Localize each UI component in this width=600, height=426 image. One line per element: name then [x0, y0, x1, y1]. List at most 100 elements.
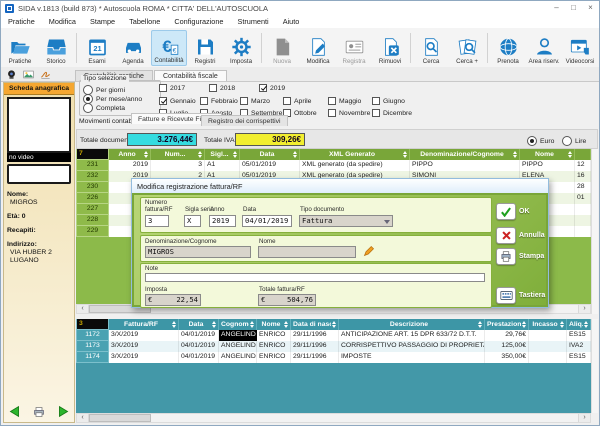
document-column-header[interactable]: Denominazione/Cognome	[410, 149, 520, 160]
sort-icon[interactable]	[584, 321, 588, 328]
detail-row[interactable]: 11733/X/201904/01/2019ANGELINDAENRICO29/…	[76, 341, 591, 352]
numero-fattura-input[interactable]: 3	[145, 215, 169, 227]
sort-icon[interactable]	[332, 321, 336, 328]
totale-fattura-input[interactable]: €504,76	[258, 294, 316, 306]
data-input[interactable]: 04/01/2019	[242, 215, 292, 227]
row-number-cell[interactable]: 226	[76, 193, 109, 204]
anno-input[interactable]: 2019	[209, 215, 236, 227]
document-column-header[interactable]: Nome	[520, 149, 575, 160]
nome-input[interactable]	[258, 246, 356, 258]
sort-icon[interactable]	[284, 321, 288, 328]
checkbox-novembre[interactable]: Novembre	[328, 109, 370, 117]
detail-column-header[interactable]: Prestazione	[485, 319, 529, 330]
toolbar-button-modifica[interactable]: Modifica	[300, 30, 336, 66]
row-number-cell[interactable]: 228	[76, 215, 109, 226]
checkbox-marzo[interactable]: Marzo	[240, 97, 270, 105]
document-column-header[interactable]: Data	[240, 149, 300, 160]
webcam-icon[interactable]	[6, 69, 17, 80]
dialog-titlebar[interactable]: Modifica registrazione fattura/RF	[132, 179, 548, 194]
close-button[interactable]: ×	[582, 1, 599, 15]
annulla-button[interactable]: Annulla	[496, 227, 545, 244]
tab-contabilita-fiscale[interactable]: Contabilità fiscale	[154, 70, 227, 81]
toolbar-button-prenota[interactable]: Prenota	[490, 30, 526, 66]
document-column-header[interactable]: Anno	[109, 149, 151, 160]
ok-button[interactable]: OK	[496, 203, 530, 220]
checkbox-dicembre[interactable]: Dicembre	[372, 109, 412, 117]
sort-icon[interactable]	[293, 151, 297, 158]
imposta-input[interactable]: €22,54	[145, 294, 201, 306]
checkbox-2017[interactable]: 2017	[159, 84, 185, 92]
toolbar-button-videocorsi[interactable]: Videocorsi	[562, 30, 598, 66]
toolbar-button-contabilita[interactable]: €€ Contabilità	[151, 30, 187, 66]
toolbar-button-cerca-plus[interactable]: Cerca +	[449, 30, 485, 66]
denominazione-input[interactable]: MIGROS	[145, 246, 251, 258]
toolbar-button-agenda[interactable]: Agenda	[115, 30, 151, 66]
checkbox-febbraio[interactable]: Febbraio	[200, 97, 238, 105]
menu-item-pratiche[interactable]: Pratiche	[1, 17, 42, 26]
toolbar-button-storico[interactable]: Storico	[38, 30, 74, 66]
toolbar-button-rimuovi[interactable]: Rimuovi	[372, 30, 408, 66]
stampa-button[interactable]: Stampa	[496, 248, 544, 265]
tastiera-button[interactable]: Tastiera	[496, 287, 545, 304]
sort-icon[interactable]	[198, 151, 202, 158]
detail-column-header[interactable]: Aliq.	[567, 319, 591, 330]
document-column-header[interactable]	[575, 149, 591, 160]
sort-icon[interactable]	[172, 321, 176, 328]
detail-column-header[interactable]: Descrizione	[339, 319, 485, 330]
sort-icon[interactable]	[560, 321, 564, 328]
detail-column-header[interactable]: Nome	[257, 319, 291, 330]
pencil-icon[interactable]	[363, 245, 375, 257]
checkbox-ottobre[interactable]: Ottobre	[283, 109, 317, 117]
radio-euro[interactable]: Euro	[527, 136, 554, 146]
scroll-right-arrow[interactable]: ›	[578, 305, 590, 313]
menu-item-strumenti[interactable]: Strumenti	[230, 17, 275, 26]
maximize-button[interactable]: □	[565, 1, 582, 15]
sort-icon[interactable]	[250, 321, 254, 328]
toolbar-button-cerca[interactable]: Cerca	[413, 30, 449, 66]
previous-record-button arrow-left-icon[interactable]	[8, 405, 21, 418]
row-number-cell[interactable]: 227	[76, 204, 109, 215]
document-column-header[interactable]: Sigl...	[205, 149, 240, 160]
checkbox-gennaio[interactable]: Gennaio	[159, 97, 196, 105]
sort-icon[interactable]	[568, 151, 572, 158]
details-horizontal-scrollbar[interactable]: ‹ ›	[76, 413, 591, 423]
checkbox-aprile[interactable]: Aprile	[283, 97, 311, 105]
checkbox-maggio[interactable]: Maggio	[328, 97, 361, 105]
vertical-scrollbar[interactable]	[591, 149, 598, 314]
scroll-left-arrow[interactable]: ‹	[77, 305, 89, 313]
detail-column-header[interactable]: Data	[179, 319, 219, 330]
document-column-header[interactable]: XML Generato	[300, 149, 410, 160]
toolbar-button-imposta[interactable]: Imposta	[223, 30, 259, 66]
checkbox-2018[interactable]: 2018	[209, 84, 235, 92]
detail-column-header[interactable]: Cognome	[219, 319, 257, 330]
vertical-scrollbar[interactable]	[591, 319, 598, 413]
note-input[interactable]	[145, 273, 485, 282]
checkbox-giugno[interactable]: Giugno	[372, 97, 405, 105]
toolbar-button-registri[interactable]: Registri	[187, 30, 223, 66]
subtab-registro-corrispettivi[interactable]: Registro dei corrispettivi	[201, 115, 288, 126]
toolbar-button-esami[interactable]: 21 Esami	[79, 30, 115, 66]
document-column-header[interactable]: Num...	[151, 149, 205, 160]
toolbar-button-pratiche[interactable]: Pratiche	[2, 30, 38, 66]
detail-column-header[interactable]: Data di nascita	[291, 319, 339, 330]
radio-lire[interactable]: Lire	[562, 136, 586, 146]
sort-icon[interactable]	[478, 321, 482, 328]
scroll-right-arrow[interactable]: ›	[578, 414, 590, 422]
row-number-cell[interactable]: 229	[76, 226, 109, 237]
tipo-documento-select[interactable]: Fattura	[299, 215, 393, 227]
row-number-cell[interactable]: 1173	[76, 341, 109, 352]
menu-item-modifica[interactable]: Modifica	[42, 17, 83, 26]
checkbox-2019[interactable]: 2019	[259, 84, 285, 92]
signature-icon[interactable]	[40, 69, 51, 80]
sort-icon[interactable]	[513, 151, 517, 158]
sort-icon[interactable]	[522, 321, 526, 328]
menu-item-aiuto[interactable]: Aiuto	[276, 17, 307, 26]
menu-item-stampe[interactable]: Stampe	[83, 17, 122, 26]
sort-icon[interactable]	[144, 151, 148, 158]
radio-completa[interactable]: Completa	[83, 103, 125, 113]
menu-item-configurazione[interactable]: Configurazione	[167, 17, 230, 26]
toolbar-button-area-riservata[interactable]: Area riserv.	[526, 30, 562, 66]
menu-item-tabellone[interactable]: Tabellone	[122, 17, 167, 26]
row-number-cell[interactable]: 1174	[76, 352, 109, 363]
minimize-button[interactable]: –	[548, 1, 565, 15]
